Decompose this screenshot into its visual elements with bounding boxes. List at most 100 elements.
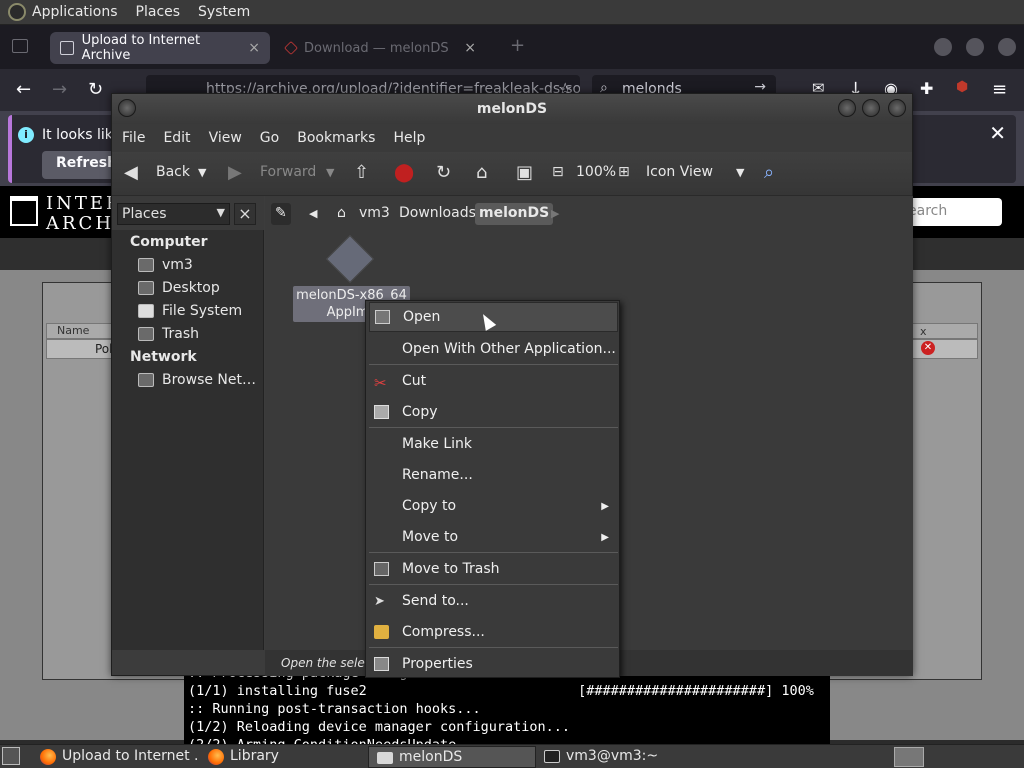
new-tab-icon[interactable]: +	[510, 35, 525, 56]
sidebar-item-browse-network[interactable]: Browse Net…	[138, 372, 256, 388]
path-scroll-left-icon[interactable]: ◀	[305, 205, 321, 227]
menu-item-copy[interactable]: Copy	[366, 397, 619, 427]
taskbar-item-terminal[interactable]: vm3@vm3:~	[536, 746, 704, 768]
tab-close-icon[interactable]: ×	[248, 40, 260, 56]
menu-item-properties[interactable]: Properties	[366, 649, 619, 679]
path-scroll-right-icon[interactable]: ▶	[547, 205, 563, 227]
ia-search-input[interactable]: earch	[898, 198, 1002, 226]
notification-close-icon[interactable]: ✕	[989, 121, 1006, 145]
open-icon	[375, 310, 390, 324]
sidebar-item-trash[interactable]: Trash	[138, 326, 199, 342]
workspace-switcher[interactable]	[894, 747, 924, 767]
reload-icon[interactable]: ↻	[88, 79, 103, 100]
taskbar-item-firefox-upload[interactable]: Upload to Internet ...	[32, 746, 200, 768]
back-button[interactable]: Back	[156, 164, 190, 180]
taskbar-item-melonds[interactable]: melonDS	[368, 746, 536, 768]
close-window-icon[interactable]	[888, 99, 906, 117]
computer-icon[interactable]: ▣	[516, 162, 533, 183]
close-window-icon[interactable]	[998, 38, 1016, 56]
menu-separator	[369, 364, 618, 365]
tab-title: Download — melonDS	[304, 40, 449, 56]
stop-icon[interactable]: ⬤	[394, 162, 414, 183]
toolbar: ◀ Back ▼ ▶ Forward ▼ ⇧ ⬤ ↻ ⌂ ▣ ⊟ 100% ⊞ …	[112, 152, 912, 196]
appimage-file-icon[interactable]	[325, 234, 375, 284]
archive-favicon-icon	[60, 41, 74, 55]
terminal-line: (2/2) Arming ConditionNeedsUpdate...	[188, 736, 830, 744]
menu-separator	[369, 552, 618, 553]
menu-item-make-link[interactable]: Make Link	[366, 429, 619, 459]
extensions-icon[interactable]: ✚	[920, 79, 933, 98]
breadcrumb-melonds[interactable]: melonDS	[475, 203, 554, 225]
places-menu[interactable]: Places	[136, 4, 181, 20]
back-history-dropdown-icon[interactable]: ▼	[198, 166, 206, 179]
view-mode-select[interactable]: Icon View	[646, 164, 713, 180]
system-menu[interactable]: System	[198, 4, 250, 20]
sidebar-item-vm3[interactable]: vm3	[138, 257, 193, 273]
tab-upload-internet-archive[interactable]: Upload to Internet Archive ×	[50, 32, 270, 64]
zoom-in-icon[interactable]: ⊞	[618, 164, 630, 180]
menu-help[interactable]: Help	[393, 130, 425, 146]
minimize-icon[interactable]	[838, 99, 856, 117]
sidebar-item-desktop[interactable]: Desktop	[138, 280, 220, 296]
menu-go[interactable]: Go	[260, 130, 279, 146]
window-menu-icon[interactable]	[118, 99, 136, 117]
home-folder-icon[interactable]: ⌂	[476, 162, 487, 183]
menu-item-move-to[interactable]: Move to ▶	[366, 522, 619, 552]
menu-item-cut[interactable]: ✂ Cut	[366, 366, 619, 396]
menu-item-open-with[interactable]: Open With Other Application...	[366, 334, 619, 364]
search-icon[interactable]: ⌕	[764, 162, 774, 183]
forward-button[interactable]: Forward	[260, 164, 316, 180]
maximize-icon[interactable]	[966, 38, 984, 56]
sidebar-item-file-system[interactable]: File System	[138, 303, 242, 319]
menu-item-compress[interactable]: Compress...	[366, 617, 619, 647]
breadcrumb-vm3[interactable]: vm3	[355, 203, 394, 225]
applications-menu[interactable]: Applications	[32, 4, 118, 20]
show-desktop-icon[interactable]	[2, 747, 20, 765]
close-sidebar-icon[interactable]: ×	[234, 203, 256, 225]
firefox-view-icon[interactable]	[12, 39, 28, 53]
terminal-icon	[544, 750, 560, 763]
terminal-window[interactable]: :: Processing package changes... (1/1) i…	[184, 670, 830, 744]
zoom-out-icon[interactable]: ⊟	[552, 164, 564, 180]
minimize-icon[interactable]	[934, 38, 952, 56]
edit-location-icon[interactable]: ✎	[271, 203, 291, 225]
menu-item-rename[interactable]: Rename...	[366, 460, 619, 490]
folder-icon	[377, 752, 393, 764]
forward-history-dropdown-icon[interactable]: ▼	[326, 166, 334, 179]
up-arrow-icon[interactable]: ⇧	[354, 162, 369, 183]
top-panel: Applications Places System	[0, 0, 1024, 25]
menu-item-open[interactable]: Open	[369, 302, 618, 332]
internet-archive-logo-icon[interactable]	[10, 196, 38, 226]
menu-file[interactable]: File	[122, 130, 145, 146]
distro-logo-icon[interactable]	[8, 3, 26, 21]
back-arrow-icon[interactable]: ←	[16, 79, 31, 100]
remove-file-icon[interactable]: ✕	[921, 341, 935, 355]
menu-view[interactable]: View	[209, 130, 242, 146]
ublock-icon[interactable]: ⬢	[956, 79, 968, 95]
firefox-icon	[208, 749, 224, 765]
chevron-down-icon[interactable]: ▼	[736, 166, 744, 179]
tab-download-melonds[interactable]: Download — melonDS ×	[276, 32, 486, 64]
back-arrow-icon[interactable]: ◀	[124, 162, 138, 183]
menu-item-move-to-trash[interactable]: Move to Trash	[366, 554, 619, 584]
forward-arrow-icon[interactable]: →	[52, 79, 67, 100]
menu-edit[interactable]: Edit	[163, 130, 190, 146]
archive-icon	[374, 625, 389, 639]
notification-message: It looks like	[42, 127, 121, 143]
taskbar-item-library[interactable]: Library	[200, 746, 366, 768]
terminal-line: :: Running post-transaction hooks...	[188, 701, 481, 717]
forward-arrow-icon[interactable]: ▶	[228, 162, 242, 183]
maximize-icon[interactable]	[862, 99, 880, 117]
terminal-line: (1/2) Reloading device manager configura…	[188, 719, 571, 735]
menu-bookmarks[interactable]: Bookmarks	[297, 130, 375, 146]
tab-title: Upload to Internet Archive	[81, 33, 201, 63]
menu-item-send-to[interactable]: ➤ Send to...	[366, 586, 619, 616]
tab-close-icon[interactable]: ×	[464, 40, 476, 56]
menu-item-copy-to[interactable]: Copy to ▶	[366, 491, 619, 521]
menu-hamburger-icon[interactable]: ≡	[992, 79, 1007, 100]
breadcrumb-downloads[interactable]: Downloads	[395, 203, 480, 225]
reload-icon[interactable]: ↻	[436, 162, 451, 183]
sidebar-mode-select[interactable]: Places ▼	[117, 203, 230, 225]
window-title-bar[interactable]: melonDS	[112, 94, 912, 124]
zoom-level: 100%	[576, 164, 617, 180]
